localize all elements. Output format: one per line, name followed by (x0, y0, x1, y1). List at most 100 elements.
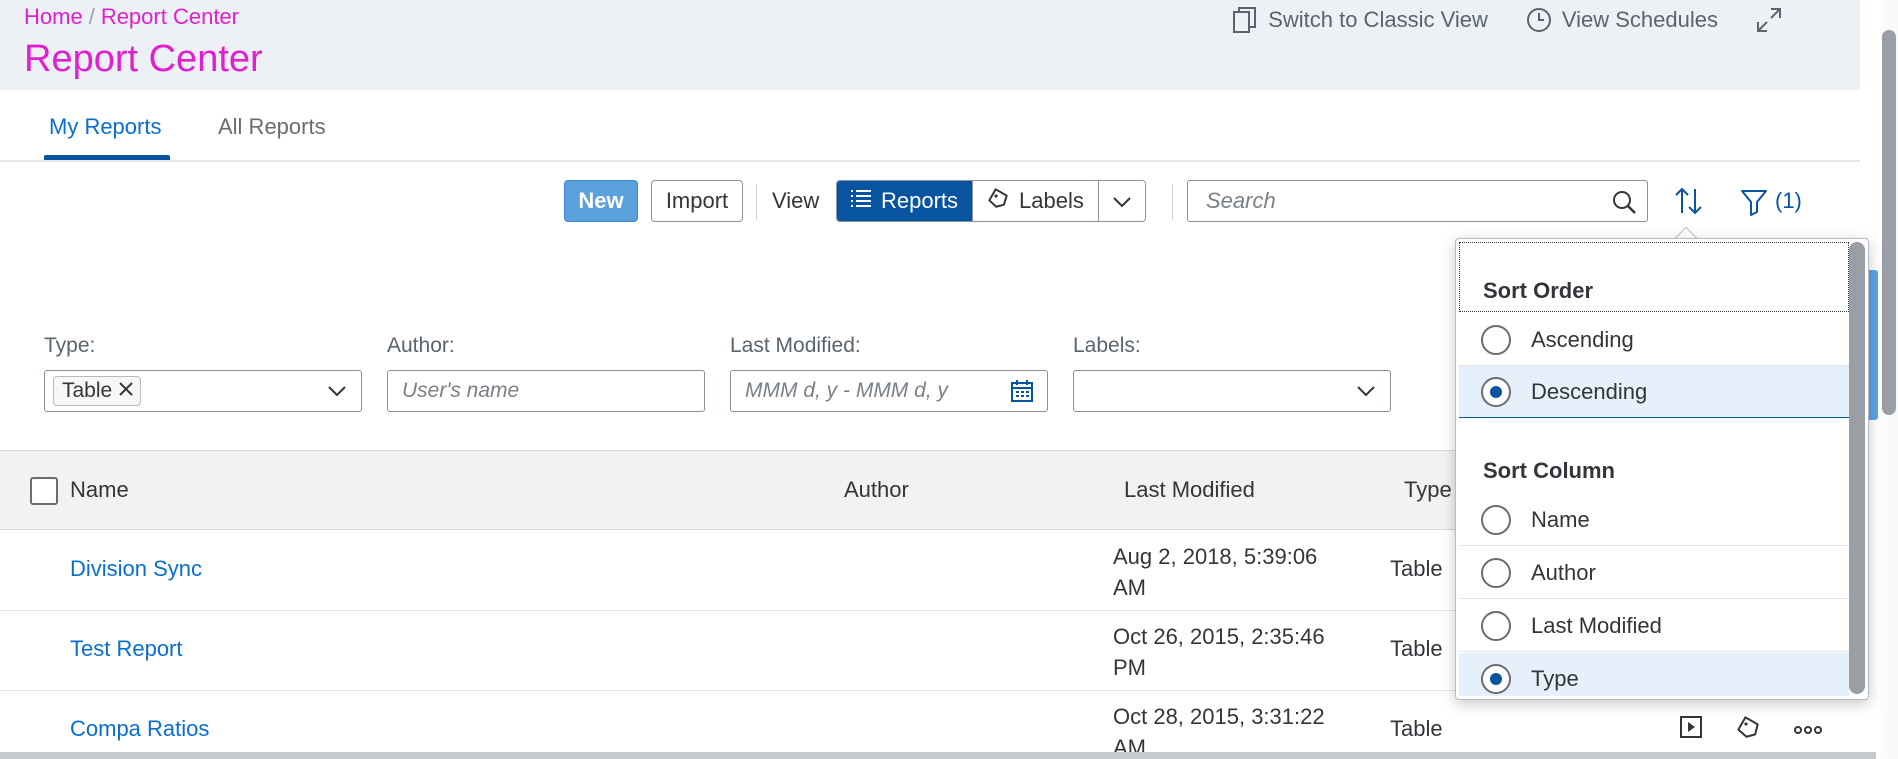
select-all-checkbox[interactable] (30, 477, 58, 505)
popover-scrollbar[interactable] (1849, 242, 1865, 694)
type-token-label: Table (62, 379, 113, 402)
sort-icon[interactable] (1673, 186, 1705, 221)
author-field[interactable] (387, 370, 705, 412)
sort-column-title: Sort Column (1483, 458, 1615, 483)
labels-combobox[interactable] (1073, 370, 1391, 412)
sort-column-author-label: Author (1531, 559, 1596, 585)
filter-count[interactable]: (1) (1775, 188, 1802, 214)
sort-order-title: Sort Order (1483, 278, 1594, 303)
author-input[interactable] (388, 371, 704, 411)
type-cell: Table (1390, 716, 1443, 741)
type-multi-combobox[interactable]: Table (44, 370, 362, 412)
date-range-field[interactable] (730, 370, 1048, 412)
last-modified-cell: Oct 28, 2015, 3:31:22 AM (1113, 704, 1325, 759)
switch-classic-view-label: Switch to Classic View (1268, 7, 1488, 32)
clock-icon (1526, 6, 1552, 34)
breadcrumb-separator: / (88, 4, 95, 29)
table-row[interactable]: Compa Ratios Oct 28, 2015, 3:31:22 AM Ta… (0, 691, 1860, 759)
breadcrumb-current: Report Center (100, 4, 239, 29)
chevron-down-icon[interactable] (327, 384, 347, 403)
breadcrumb-home[interactable]: Home (24, 4, 83, 29)
last-modified-filter: Last Modified: (730, 334, 1048, 412)
page-title: Report Center (24, 38, 263, 80)
view-label: View (772, 188, 820, 213)
sort-column-name-label: Name (1531, 506, 1590, 532)
page-header: Home / Report Center Report Center Switch … (0, 0, 1860, 90)
sort-order-descending-label: Descending (1531, 378, 1648, 404)
chevron-down-icon (1113, 188, 1131, 214)
search-icon[interactable] (1611, 189, 1637, 220)
radio-button[interactable] (1481, 557, 1511, 588)
calendar-icon[interactable] (1011, 380, 1033, 407)
column-header-last-modified[interactable]: Last Modified (1124, 477, 1255, 503)
list-icon (851, 188, 871, 214)
view-labels-button[interactable]: Labels (972, 181, 1098, 221)
column-header-name[interactable]: Name (70, 477, 129, 503)
radio-button[interactable] (1481, 504, 1511, 535)
sort-order-ascending[interactable]: Ascending (1459, 314, 1849, 366)
tab-my-reports[interactable]: My Reports (49, 114, 161, 140)
more-icon[interactable] (1794, 721, 1822, 739)
close-icon[interactable] (118, 379, 134, 403)
last-modified-filter-label: Last Modified: (730, 334, 861, 357)
radio-button-selected[interactable] (1481, 376, 1511, 407)
page-scrollbar-thumb[interactable] (1882, 30, 1896, 415)
sort-column-author[interactable]: Author (1459, 547, 1849, 599)
author-filter: Author: (387, 334, 705, 412)
header-actions: Switch to Classic View View Schedules (1232, 6, 1782, 34)
type-filter: Type: Table (44, 334, 362, 412)
radio-button-selected[interactable] (1481, 663, 1511, 694)
sort-popover: Sort Order Ascending Descending Sort Col… (1455, 238, 1869, 700)
labels-filter-label: Labels: (1073, 334, 1141, 357)
type-filter-label: Type: (44, 334, 96, 357)
sort-column-type[interactable]: Type (1459, 653, 1849, 696)
copy-icon (1232, 6, 1258, 34)
sort-column-last-modified[interactable]: Last Modified (1459, 600, 1849, 652)
import-button[interactable]: Import (651, 180, 743, 222)
active-tab-indicator (44, 155, 170, 160)
date-range-input[interactable] (731, 371, 1047, 411)
search-field[interactable] (1187, 180, 1648, 222)
view-segmented-control: Reports Labels (836, 180, 1146, 222)
tab-all-reports[interactable]: All Reports (218, 114, 326, 140)
run-icon[interactable] (1680, 716, 1702, 743)
author-filter-label: Author: (387, 334, 455, 357)
last-modified-cell: Aug 2, 2018, 5:39:06 AM (1113, 544, 1318, 600)
chevron-down-icon[interactable] (1356, 384, 1376, 403)
view-labels-label: Labels (1019, 188, 1084, 213)
report-name-link[interactable]: Test Report (70, 636, 183, 662)
row-actions (1680, 715, 1822, 744)
tag-icon[interactable] (1736, 715, 1760, 744)
sort-column-type-label: Type (1531, 665, 1579, 691)
sort-column-last-modified-label: Last Modified (1531, 612, 1662, 638)
type-cell: Table (1390, 556, 1443, 581)
radio-button[interactable] (1481, 610, 1511, 641)
horizontal-scrollbar[interactable] (0, 752, 1876, 759)
toolbar-divider (1172, 184, 1173, 220)
breadcrumb: Home / Report Center (24, 4, 239, 30)
last-modified-cell: Oct 26, 2015, 2:35:46 PM (1113, 624, 1325, 680)
view-more-dropdown[interactable] (1097, 181, 1145, 221)
view-reports-button[interactable]: Reports (837, 181, 973, 221)
switch-classic-view-button[interactable]: Switch to Classic View (1232, 6, 1488, 34)
view-reports-label: Reports (881, 188, 959, 213)
view-schedules-button[interactable]: View Schedules (1526, 6, 1718, 34)
fullscreen-button[interactable] (1756, 6, 1782, 34)
sort-column-name[interactable]: Name (1459, 494, 1849, 546)
report-name-link[interactable]: Division Sync (70, 556, 202, 582)
column-header-type[interactable]: Type (1404, 477, 1452, 503)
filter-icon[interactable] (1740, 188, 1768, 221)
column-header-author[interactable]: Author (844, 477, 909, 503)
sort-order-descending[interactable]: Descending (1459, 366, 1849, 418)
sort-popover-content: Sort Order Ascending Descending Sort Col… (1459, 242, 1849, 696)
report-name-link[interactable]: Compa Ratios (70, 716, 209, 742)
toolbar: New Import View Reports Labels Search (1… (0, 180, 1860, 224)
fullscreen-icon (1756, 6, 1782, 34)
sort-order-ascending-label: Ascending (1531, 326, 1634, 352)
radio-button[interactable] (1481, 324, 1511, 355)
new-button[interactable]: New (564, 180, 638, 222)
labels-filter: Labels: (1073, 334, 1391, 412)
type-token[interactable]: Table (53, 376, 142, 406)
search-input[interactable] (1188, 181, 1608, 221)
view-schedules-label: View Schedules (1561, 7, 1718, 32)
